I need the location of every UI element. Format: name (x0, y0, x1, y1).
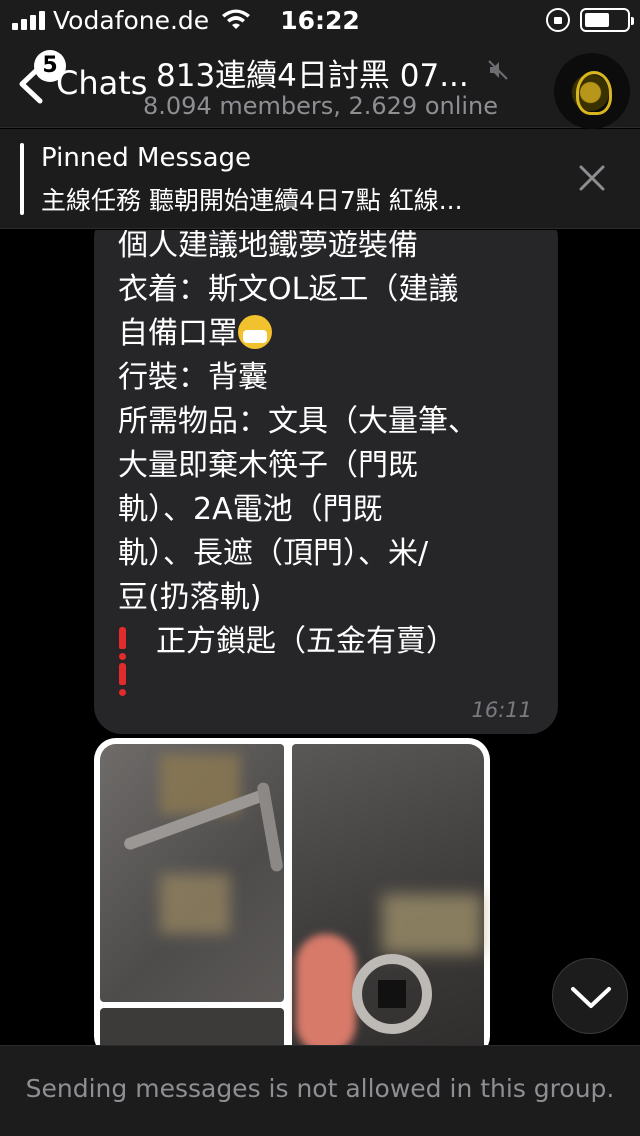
chat-title[interactable]: 813連續4日討黑 07... (156, 50, 469, 95)
chat-subtitle: 8.094 members, 2.629 online (143, 92, 499, 120)
composer-bar: Sending messages is not allowed in this … (0, 1045, 640, 1136)
message-line-with-emoji: 自備口罩 (118, 308, 272, 352)
message-line: 正方鎖匙（五金有賣） (156, 624, 456, 659)
pinned-accent-line (20, 143, 24, 215)
status-right (546, 6, 634, 34)
pinned-title: Pinned Message (41, 143, 252, 173)
message-list[interactable]: 個人建議地鐵夢遊裝備 衣着：斯文OL返工（建議 自備口罩 行裝：背囊 所需物品：… (0, 230, 640, 1045)
photo-thumbnail[interactable] (100, 744, 284, 1002)
message-line: 所需物品：文具（大量筆、 (118, 404, 478, 439)
message-line: 衣着：斯文OL返工（建議 (118, 272, 459, 307)
pinned-message-bar[interactable]: Pinned Message 主線任務 聽朝開始連續4日7點 紅線... (0, 129, 640, 229)
close-icon[interactable] (578, 164, 606, 192)
photo-thumbnail[interactable] (292, 744, 484, 1045)
message-line: 大量即棄木筷子（門既 (118, 448, 418, 483)
scroll-to-bottom-button[interactable] (552, 958, 628, 1034)
message-line-with-icon: 正方鎖匙（五金有賣） (118, 616, 456, 660)
message-line-icon-only (118, 660, 126, 696)
mute-icon (488, 60, 508, 80)
message-line: 軌）、長遮（頂門）、米/ (118, 536, 429, 571)
message-line: 自備口罩 (118, 316, 238, 351)
photo-thumbnail[interactable] (100, 1008, 284, 1045)
battery-icon (580, 8, 634, 32)
pinned-text: 主線任務 聽朝開始連續4日7點 紅線... (41, 186, 463, 215)
message-bubble[interactable]: 個人建議地鐵夢遊裝備 衣着：斯文OL返工（建議 自備口罩 行裝：背囊 所需物品：… (94, 230, 558, 734)
photo-album[interactable] (94, 738, 490, 1045)
rotation-lock-icon (546, 8, 570, 32)
group-avatar[interactable] (554, 53, 630, 129)
message-line: 個人建議地鐵夢遊裝備 (118, 230, 418, 263)
mask-emoji-icon (238, 315, 272, 349)
status-time: 16:22 (280, 6, 360, 35)
exclamation-icon (118, 662, 126, 696)
composer-disabled-notice: Sending messages is not allowed in this … (25, 1074, 615, 1103)
back-button[interactable]: Chats (56, 64, 147, 102)
chevron-down-icon (571, 987, 611, 1008)
status-bar: Vodafone.de 16:22 (0, 0, 640, 40)
exclamation-icon (118, 626, 126, 660)
message-line: 行裝：背囊 (118, 360, 268, 395)
message-line: 豆(扔落軌) (118, 580, 262, 615)
nav-bar: 5 Chats 813連續4日討黑 07... 8.094 members, 2… (0, 40, 640, 129)
telegram-chat-screen: Vodafone.de 16:22 5 Chats 813連續4日討黑 07..… (0, 0, 640, 1136)
message-line: 軌）、2A電池（門既 (118, 492, 383, 527)
message-time: 16:11 (471, 698, 532, 722)
